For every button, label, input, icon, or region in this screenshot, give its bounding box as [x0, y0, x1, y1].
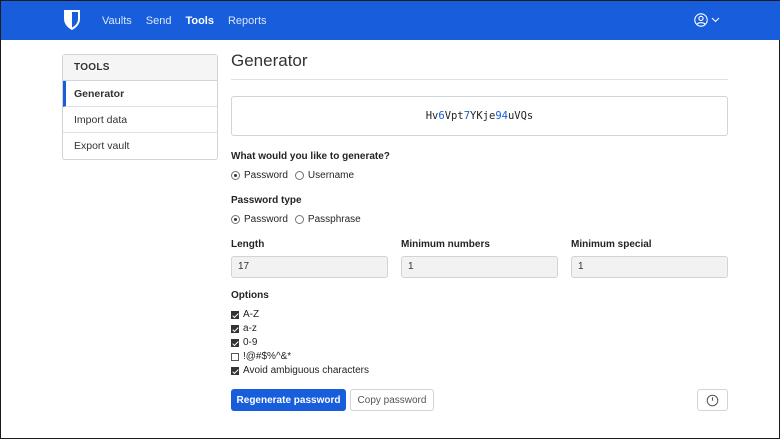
- account-menu[interactable]: [694, 13, 720, 27]
- password-history-button[interactable]: [697, 389, 728, 411]
- radio-circle[interactable]: [294, 171, 304, 180]
- option-uppercase[interactable]: A-Z: [231, 309, 259, 320]
- password-type-radios: Password Passphrase: [231, 214, 368, 225]
- radio-circle[interactable]: [294, 215, 304, 224]
- regenerate-password-button[interactable]: Regenerate password: [231, 389, 346, 411]
- copy-password-button[interactable]: Copy password: [350, 389, 434, 411]
- generator-panel: Generator Hv 6 Vpt 7 YKje 94 uVQs What would y…: [231, 51, 728, 411]
- bitwarden-shield-icon[interactable]: [63, 9, 81, 31]
- option-label: A-Z: [243, 309, 260, 320]
- page-title: Generator: [231, 51, 728, 80]
- password-segment: YKje: [470, 110, 496, 122]
- checkbox[interactable]: [231, 324, 239, 333]
- option-special[interactable]: !@#$%^&*: [231, 351, 291, 362]
- generate-type-label: What would you like to generate?: [231, 151, 390, 162]
- password-segment: Hv: [425, 110, 439, 122]
- tools-sidebar: TOOLS Generator Import data Export vault: [62, 54, 218, 160]
- sidebar-item-generator[interactable]: Generator: [63, 81, 217, 107]
- length-input[interactable]: 17: [231, 256, 388, 278]
- radio-label: Username: [307, 170, 355, 181]
- nav-reports[interactable]: Reports: [228, 15, 267, 27]
- history-clock-icon: [706, 394, 719, 406]
- radio-type-passphrase[interactable]: Passphrase: [294, 214, 361, 225]
- min-special-label: Minimum special: [571, 239, 652, 250]
- options-label: Options: [231, 290, 269, 301]
- option-lowercase[interactable]: a-z: [231, 323, 257, 334]
- checkbox[interactable]: [231, 338, 239, 347]
- option-avoid-ambiguous[interactable]: Avoid ambiguous characters: [231, 365, 369, 376]
- checkbox[interactable]: [231, 352, 239, 361]
- option-label: !@#$%^&*: [243, 351, 292, 362]
- chevron-down-icon: [711, 17, 720, 23]
- nav-send[interactable]: Send: [146, 15, 172, 27]
- radio-label: Password: [244, 214, 288, 225]
- radio-password[interactable]: Password: [231, 170, 288, 181]
- sidebar-item-export-vault[interactable]: Export vault: [63, 133, 217, 159]
- nav-tools[interactable]: Tools: [185, 15, 214, 27]
- generate-type-radios: Password Username: [231, 170, 361, 181]
- radio-username[interactable]: Username: [294, 170, 355, 181]
- min-numbers-label: Minimum numbers: [401, 239, 490, 250]
- option-label: a-z: [243, 323, 257, 334]
- password-segment-number: 94: [495, 110, 508, 122]
- password-type-label: Password type: [231, 195, 302, 206]
- radio-label: Password: [244, 170, 288, 181]
- option-label: 0-9: [243, 337, 258, 348]
- sidebar-item-import-data[interactable]: Import data: [63, 107, 217, 133]
- length-label: Length: [231, 239, 265, 250]
- nav-vaults[interactable]: Vaults: [102, 15, 132, 27]
- checkbox[interactable]: [231, 366, 239, 375]
- top-navbar: Vaults Send Tools Reports: [1, 1, 780, 40]
- checkbox[interactable]: [231, 310, 239, 319]
- password-segment: uVQs: [507, 110, 534, 122]
- radio-circle[interactable]: [231, 171, 240, 180]
- generated-password-display[interactable]: Hv 6 Vpt 7 YKje 94 uVQs: [231, 96, 728, 136]
- nav-links: Vaults Send Tools Reports: [102, 1, 281, 40]
- sidebar-header: TOOLS: [63, 55, 217, 81]
- password-segment: Vpt: [444, 110, 464, 122]
- option-label: Avoid ambiguous characters: [243, 365, 369, 376]
- min-special-input[interactable]: 1: [571, 256, 728, 278]
- radio-circle[interactable]: [231, 215, 240, 224]
- radio-type-password[interactable]: Password: [231, 214, 288, 225]
- user-circle-icon: [694, 13, 708, 27]
- radio-label: Passphrase: [307, 214, 361, 225]
- min-numbers-input[interactable]: 1: [401, 256, 558, 278]
- option-numbers[interactable]: 0-9: [231, 337, 257, 348]
